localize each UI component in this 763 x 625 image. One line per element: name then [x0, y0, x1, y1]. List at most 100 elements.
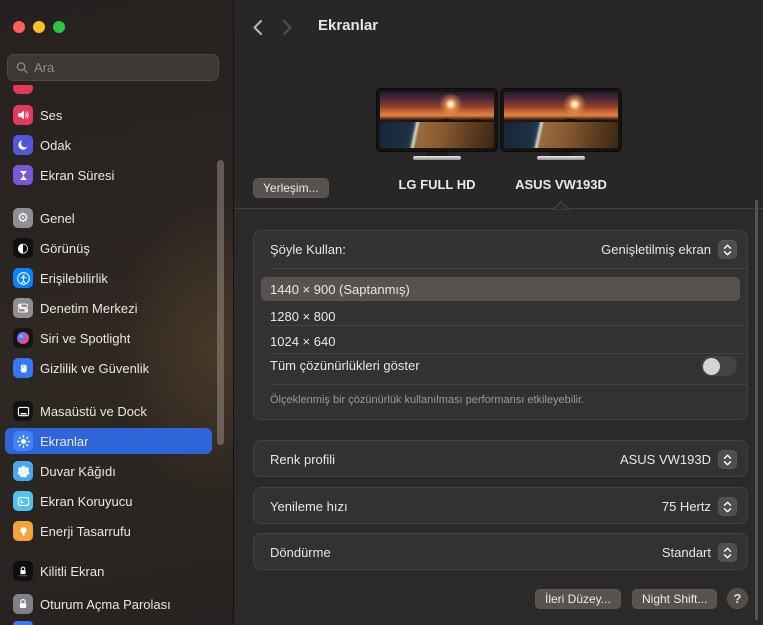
hourglass-icon	[13, 165, 33, 185]
refresh-rate-stepper[interactable]	[718, 497, 737, 516]
monitor-bezel	[376, 88, 498, 152]
resolution-card: Şöyle Kullan: Genişletilmiş ekran 1440 ×…	[253, 230, 748, 420]
monitor-bezel	[500, 88, 622, 152]
sidebar-item-label: Ekran Süresi	[40, 168, 114, 183]
sidebar-item-label: Ekran Koruyucu	[40, 494, 133, 509]
sidebar-item-genel[interactable]: ⚙ Genel	[5, 205, 212, 231]
sidebar-item-gorunus[interactable]: ◐ Görünüş	[5, 235, 212, 261]
wallpaper-preview	[380, 92, 494, 148]
sidebar-item-label: Masaüstü ve Dock	[40, 404, 147, 419]
display-name: ASUS VW193D	[491, 177, 631, 192]
refresh-rate-label: Yenileme hızı	[270, 499, 348, 514]
color-profile-label: Renk profili	[270, 452, 335, 467]
forward-button[interactable]	[278, 18, 296, 36]
scaling-note: Ölçeklenmiş bir çözünürlük kullanılması …	[270, 394, 733, 406]
color-profile-stepper[interactable]	[718, 450, 737, 469]
moon-icon	[13, 135, 33, 155]
search-input[interactable]	[34, 60, 210, 75]
accessibility-icon	[13, 268, 33, 288]
resolution-option[interactable]: 1440 × 900 (Saptanmış)	[270, 282, 410, 297]
speaker-icon	[13, 105, 33, 125]
chevron-up-down-icon	[722, 547, 733, 559]
sidebar-item-duvar-kagidi[interactable]: Duvar Kâğıdı	[5, 458, 212, 484]
sidebar-item-siri[interactable]: Siri ve Spotlight	[5, 325, 212, 351]
chevron-right-icon	[282, 19, 293, 36]
chevron-left-icon	[252, 19, 263, 36]
sidebar-item-ekran-suresi[interactable]: Ekran Süresi	[5, 162, 212, 188]
search-icon	[16, 61, 28, 74]
refresh-rate-card: Yenileme hızı 75 Hertz	[253, 487, 748, 524]
sidebar-item-label: Odak	[40, 138, 71, 153]
rotation-stepper[interactable]	[718, 543, 737, 562]
sidebar-item-enerji[interactable]: Enerji Tasarrufu	[5, 518, 212, 544]
lock-screen-icon	[13, 561, 33, 581]
sidebar-item-ses[interactable]: Ses	[5, 102, 212, 128]
sidebar-item-odak[interactable]: Odak	[5, 132, 212, 158]
screensaver-icon	[13, 491, 33, 511]
resolution-option[interactable]: 1024 × 640	[270, 334, 335, 349]
chevron-up-down-icon	[722, 244, 733, 256]
display-thumbnail-asus[interactable]	[500, 88, 622, 160]
resolution-option[interactable]: 1280 × 800	[270, 309, 335, 324]
rotation-label: Döndürme	[270, 545, 331, 560]
list-divider	[270, 325, 747, 326]
sidebar-item-kilitli-ekran[interactable]: Kilitli Ekran	[5, 558, 212, 584]
sidebar-item-ekranlar[interactable]: Ekranlar	[5, 428, 212, 454]
sidebar-item-ekran-koruyucu[interactable]: Ekran Koruyucu	[5, 488, 212, 514]
sidebar-item-erisilebilirlik[interactable]: Erişilebilirlik	[5, 265, 212, 291]
siri-icon	[13, 328, 33, 348]
settings-window: Ses Odak Ekran Süresi ⚙ Genel ◐ Görünüş	[0, 0, 763, 625]
flower-icon	[13, 461, 33, 481]
close-button[interactable]	[13, 21, 25, 33]
display-thumbnail-lg[interactable]	[376, 88, 498, 160]
sidebar-item-denetim-merkezi[interactable]: Denetim Merkezi	[5, 295, 212, 321]
scrolled-item-icon	[13, 621, 33, 625]
help-button[interactable]: ?	[727, 588, 748, 609]
sidebar-scrollbar[interactable]	[217, 160, 224, 445]
wallpaper-preview	[504, 92, 618, 148]
login-lock-icon	[13, 594, 33, 614]
gear-icon: ⚙	[13, 208, 33, 228]
window-controls	[13, 21, 65, 33]
use-as-stepper[interactable]	[718, 240, 737, 259]
sidebar-item-label: Siri ve Spotlight	[40, 331, 130, 346]
sea-and-beach	[504, 122, 618, 148]
chevron-up-down-icon	[722, 454, 733, 466]
color-profile-card: Renk profili ASUS VW193D	[253, 440, 748, 477]
search-field[interactable]	[7, 54, 219, 81]
refresh-rate-value: 75 Hertz	[662, 499, 711, 514]
zoom-button[interactable]	[53, 21, 65, 33]
sidebar-item-label: Görünüş	[40, 241, 90, 256]
rotation-card: Döndürme Standart	[253, 533, 748, 570]
appearance-icon: ◐	[13, 238, 33, 258]
displays-pane: Ekranlar LG FULL HD ASUS VW193	[234, 0, 763, 625]
selected-display-caret	[552, 200, 570, 210]
sidebar-item-masaustu-dock[interactable]: Masaüstü ve Dock	[5, 398, 212, 424]
section-divider	[234, 208, 763, 209]
chevron-up-down-icon	[722, 501, 733, 513]
minimize-button[interactable]	[33, 21, 45, 33]
show-all-resolutions-label: Tüm çözünürlükleri göster	[270, 358, 420, 373]
sidebar-item-label: Erişilebilirlik	[40, 271, 108, 286]
monitor-stand-base	[413, 156, 461, 160]
back-button[interactable]	[248, 18, 266, 36]
sidebar-item-label: Duvar Kâğıdı	[40, 464, 116, 479]
use-as-row: Şöyle Kullan: Genişletilmiş ekran	[254, 231, 747, 268]
content-scrollbar[interactable]	[755, 200, 758, 620]
advanced-button[interactable]: İleri Düzey...	[535, 589, 621, 609]
rotation-value: Standart	[662, 545, 711, 560]
sidebar-item-oturum-parolasi[interactable]: Oturum Açma Parolası	[5, 591, 212, 617]
sidebar-item-label: Enerji Tasarrufu	[40, 524, 131, 539]
control-center-icon	[13, 298, 33, 318]
sidebar-item-label: Denetim Merkezi	[40, 301, 138, 316]
show-all-resolutions-toggle[interactable]	[701, 356, 737, 376]
list-divider	[270, 353, 747, 354]
scrolled-item-icon	[13, 85, 33, 94]
sidebar-item-gizlilik[interactable]: Gizlilik ve Güvenlik	[5, 355, 212, 381]
page-title: Ekranlar	[318, 17, 378, 34]
sidebar-item-label: Oturum Açma Parolası	[40, 597, 171, 612]
display-name: LG FULL HD	[367, 177, 507, 192]
arrangement-button[interactable]: Yerleşim...	[253, 178, 329, 198]
sidebar-item-label: Ses	[40, 108, 62, 123]
night-shift-button[interactable]: Night Shift...	[632, 589, 717, 609]
